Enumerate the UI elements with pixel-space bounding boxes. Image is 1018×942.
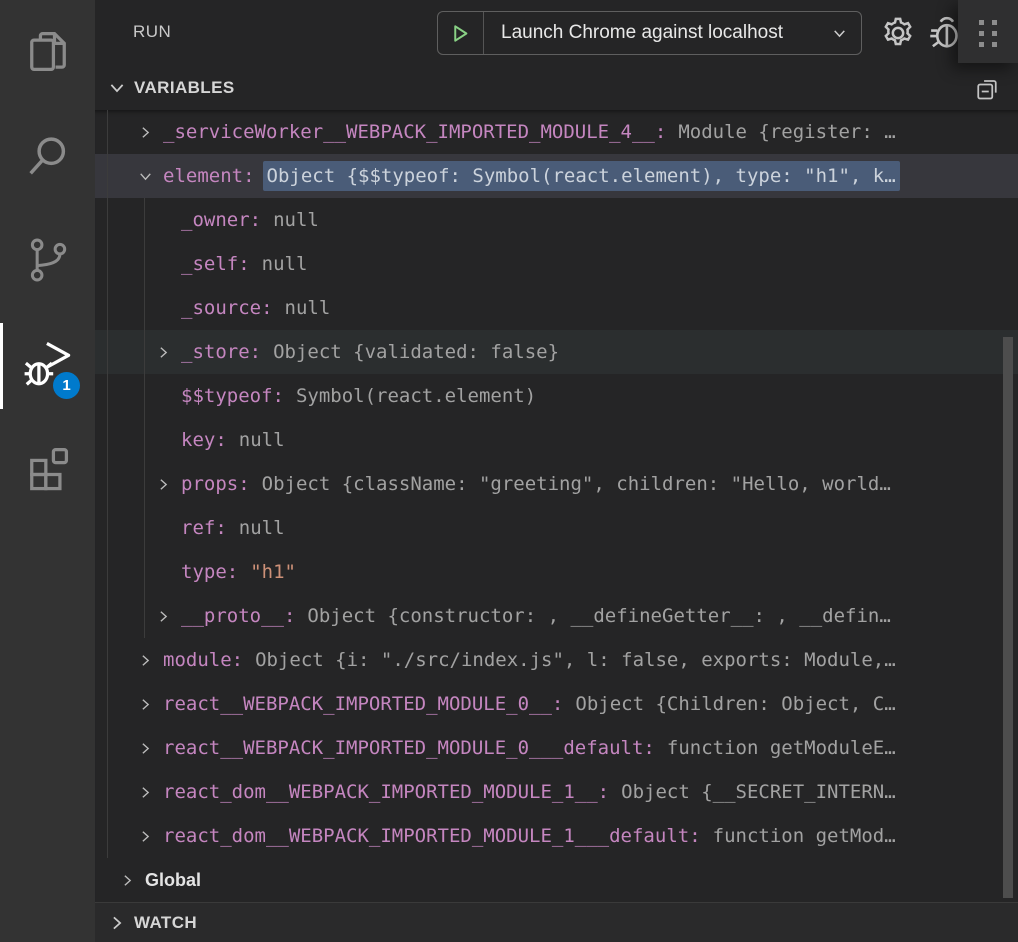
chevron-right-icon[interactable]	[137, 124, 163, 141]
scope-row-global[interactable]: Global	[95, 858, 1018, 902]
chevron-right-icon[interactable]	[137, 740, 163, 757]
activity-item-search[interactable]	[0, 106, 95, 210]
debug-configuration-label: Launch Chrome against localhost	[501, 22, 783, 44]
variable-value: Object {$$typeof: Symbol(react.element),…	[263, 161, 900, 191]
variable-value: Object {className: "greeting", children:…	[262, 473, 891, 495]
variable-name: element:	[163, 165, 255, 187]
badge: 1	[53, 372, 80, 399]
debug-configuration-select[interactable]: Launch Chrome against localhost	[484, 12, 861, 54]
variable-name: _owner:	[181, 209, 261, 231]
variable-row[interactable]: react__WEBPACK_IMPORTED_MODULE_0___defau…	[95, 726, 1018, 770]
chevron-right-icon[interactable]	[155, 608, 181, 625]
variable-row[interactable]: key: null	[95, 418, 1018, 462]
debug-toolbar-grip[interactable]	[958, 0, 1018, 63]
indent-guide	[144, 198, 145, 638]
variable-value: function getModuleE…	[667, 737, 896, 759]
chevron-down-icon	[831, 25, 848, 42]
chevron-right-icon[interactable]	[155, 476, 181, 493]
vscode-run-debug-panel: 1 RUN Launch Chrome against localhost	[0, 0, 1018, 942]
variable-name: type:	[181, 561, 238, 583]
variable-row[interactable]: _source: null	[95, 286, 1018, 330]
chevron-right-icon[interactable]	[137, 696, 163, 713]
chevron-down-icon	[107, 78, 127, 98]
chevron-right-icon[interactable]	[119, 872, 145, 889]
variable-row[interactable]: react_dom__WEBPACK_IMPORTED_MODULE_1__: O…	[95, 770, 1018, 814]
variable-value: null	[285, 297, 331, 319]
variable-value: null	[262, 253, 308, 275]
vertical-scrollbar[interactable]	[1003, 337, 1013, 898]
variable-value: null	[239, 517, 285, 539]
variable-name: key:	[181, 429, 227, 451]
variable-row[interactable]: type: "h1"	[95, 550, 1018, 594]
watch-section-title: WATCH	[134, 913, 197, 933]
variable-value: null	[273, 209, 319, 231]
variable-value: Object {i: "./src/index.js", l: false, e…	[255, 649, 896, 671]
variables-section-title: VARIABLES	[134, 78, 235, 98]
variable-value: Symbol(react.element)	[296, 385, 536, 407]
variable-value: Object {constructor: , __defineGetter__:…	[307, 605, 890, 627]
variable-value: function getMod…	[713, 825, 896, 847]
collapse-all-icon[interactable]	[973, 74, 1001, 102]
variable-row[interactable]: module: Object {i: "./src/index.js", l: f…	[95, 638, 1018, 682]
variable-name: module:	[163, 649, 243, 671]
activity-item-explorer[interactable]	[0, 2, 95, 106]
variables-section-header[interactable]: VARIABLES	[95, 66, 1018, 110]
variable-name: _serviceWorker__WEBPACK_IMPORTED_MODULE_…	[163, 121, 666, 143]
variable-name: react__WEBPACK_IMPORTED_MODULE_0__:	[163, 693, 563, 715]
variable-value: Object {__SECRET_INTERN…	[621, 781, 896, 803]
variable-name: _store:	[181, 341, 261, 363]
variable-row[interactable]: _store: Object {validated: false}	[95, 330, 1018, 374]
variable-value: null	[239, 429, 285, 451]
activity-item-run-and-debug[interactable]: 1	[0, 314, 95, 418]
variable-value: "h1"	[250, 561, 296, 583]
play-icon	[450, 23, 471, 44]
variable-name: _source:	[181, 297, 273, 319]
chevron-right-icon[interactable]	[137, 828, 163, 845]
indent-guide	[107, 110, 108, 858]
activity-bar: 1	[0, 0, 95, 942]
chevron-right-icon[interactable]	[155, 344, 181, 361]
variable-row[interactable]: $$typeof: Symbol(react.element)	[95, 374, 1018, 418]
variable-name: react__WEBPACK_IMPORTED_MODULE_0___defau…	[163, 737, 655, 759]
files-icon	[22, 26, 74, 83]
start-debugging-button[interactable]	[438, 12, 483, 54]
variable-row[interactable]: ref: null	[95, 506, 1018, 550]
chevron-right-icon	[107, 913, 127, 933]
variable-row[interactable]: __proto__: Object {constructor: , __defin…	[95, 594, 1018, 638]
variable-name: ref:	[181, 517, 227, 539]
variable-value: Module {register: …	[678, 121, 895, 143]
variable-name: __proto__:	[181, 605, 295, 627]
panel-title: RUN	[133, 22, 171, 42]
watch-section-header[interactable]: WATCH	[95, 902, 1018, 942]
extensions-icon	[22, 442, 74, 499]
variable-row[interactable]: _serviceWorker__WEBPACK_IMPORTED_MODULE_…	[95, 110, 1018, 154]
variable-row[interactable]: _self: null	[95, 242, 1018, 286]
search-icon	[22, 130, 74, 187]
activity-item-extensions[interactable]	[0, 418, 95, 522]
variable-name: props:	[181, 473, 250, 495]
variable-name: _self:	[181, 253, 250, 275]
gear-icon[interactable]	[878, 13, 918, 53]
gripper-dots-icon	[979, 20, 997, 47]
chevron-down-icon[interactable]	[137, 168, 163, 185]
activity-item-source-control[interactable]	[0, 210, 95, 314]
chevron-right-icon[interactable]	[137, 784, 163, 801]
variable-row[interactable]: element: Object {$$typeof: Symbol(react.e…	[95, 154, 1018, 198]
variables-tree: _serviceWorker__WEBPACK_IMPORTED_MODULE_…	[95, 110, 1018, 902]
variable-name: react_dom__WEBPACK_IMPORTED_MODULE_1___d…	[163, 825, 701, 847]
variable-row[interactable]: props: Object {className: "greeting", chi…	[95, 462, 1018, 506]
variable-name: react_dom__WEBPACK_IMPORTED_MODULE_1__:	[163, 781, 609, 803]
chevron-right-icon[interactable]	[137, 652, 163, 669]
debug-launch-bar: Launch Chrome against localhost	[437, 11, 862, 55]
variable-name: $$typeof:	[181, 385, 284, 407]
variable-name: Global	[145, 870, 201, 891]
variable-row[interactable]: _owner: null	[95, 198, 1018, 242]
run-side-panel: RUN Launch Chrome against localhost	[95, 0, 1018, 942]
variable-value: Object {validated: false}	[273, 341, 559, 363]
run-panel-toolbar: RUN Launch Chrome against localhost	[95, 0, 1018, 66]
variable-row[interactable]: react__WEBPACK_IMPORTED_MODULE_0__: Objec…	[95, 682, 1018, 726]
variable-row[interactable]: react_dom__WEBPACK_IMPORTED_MODULE_1___d…	[95, 814, 1018, 858]
variable-value: Object {Children: Object, C…	[575, 693, 895, 715]
source-control-icon	[22, 234, 74, 291]
